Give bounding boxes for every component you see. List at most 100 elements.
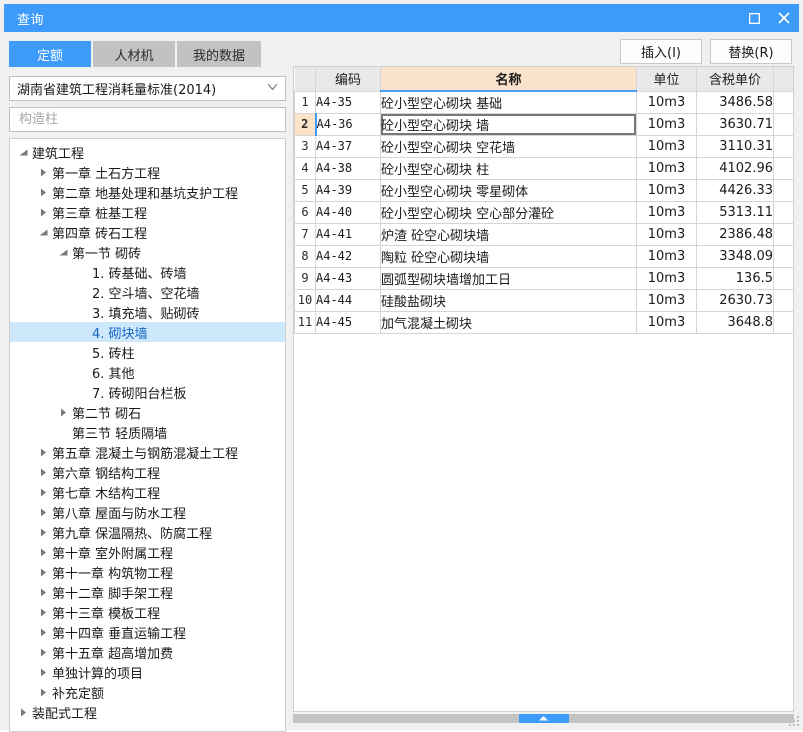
- chevron-right-icon[interactable]: [36, 568, 50, 577]
- tree-item[interactable]: 第六章 钢结构工程: [10, 462, 285, 482]
- chevron-down-icon[interactable]: [56, 249, 70, 256]
- tree-item[interactable]: 第十二章 脚手架工程: [10, 582, 285, 602]
- tree-item[interactable]: 1. 砖基础、砖墙: [10, 262, 285, 282]
- row-name-cell[interactable]: 加气混凝土砌块: [380, 310, 637, 334]
- row-index-cell[interactable]: 5: [294, 178, 316, 202]
- row-price-cell[interactable]: 4426.33: [696, 178, 774, 202]
- chevron-right-icon[interactable]: [36, 588, 50, 597]
- tree-item[interactable]: 第一节 砌砖: [10, 242, 285, 262]
- row-index-cell[interactable]: 9: [294, 266, 316, 290]
- row-index-cell[interactable]: 11: [294, 310, 316, 334]
- table-row[interactable]: 8 A4-42 陶粒 砼空心砌块墙 10m3 3348.09: [294, 244, 793, 268]
- close-button[interactable]: [769, 4, 799, 32]
- row-code-cell[interactable]: A4-35: [315, 90, 381, 114]
- row-unit-cell[interactable]: 10m3: [636, 112, 697, 136]
- tree-item[interactable]: 5. 砖柱: [10, 342, 285, 362]
- row-unit-cell[interactable]: 10m3: [636, 178, 697, 202]
- column-header-index[interactable]: [294, 67, 316, 92]
- splitter-collapse-handle[interactable]: [518, 714, 569, 723]
- chevron-right-icon[interactable]: [36, 468, 50, 477]
- tree-item[interactable]: 第十三章 模板工程: [10, 602, 285, 622]
- chevron-right-icon[interactable]: [56, 408, 70, 417]
- chevron-right-icon[interactable]: [36, 648, 50, 657]
- tree-item[interactable]: 第三章 桩基工程: [10, 202, 285, 222]
- row-index-cell[interactable]: 6: [294, 200, 316, 224]
- replace-button[interactable]: 替换(R): [710, 39, 792, 64]
- chevron-right-icon[interactable]: [36, 628, 50, 637]
- tree-item[interactable]: 第十章 室外附属工程: [10, 542, 285, 562]
- row-price-cell[interactable]: 136.5: [696, 266, 774, 290]
- chevron-right-icon[interactable]: [36, 488, 50, 497]
- tree-item[interactable]: 第二章 地基处理和基坑支护工程: [10, 182, 285, 202]
- row-name-cell[interactable]: 砼小型空心砌块 柱: [380, 156, 637, 180]
- tree-item[interactable]: 第八章 屋面与防水工程: [10, 502, 285, 522]
- tab-quota[interactable]: 定额: [9, 41, 91, 67]
- row-price-cell[interactable]: 5313.11: [696, 200, 774, 224]
- tree-item[interactable]: 第一章 土石方工程: [10, 162, 285, 182]
- row-code-cell[interactable]: A4-39: [315, 178, 381, 202]
- row-code-cell[interactable]: A4-42: [315, 244, 381, 268]
- row-name-cell[interactable]: 砼小型空心砌块 零星砌体: [380, 178, 637, 202]
- row-unit-cell[interactable]: 10m3: [636, 266, 697, 290]
- row-name-cell[interactable]: 炉渣 砼空心砌块墙: [380, 222, 637, 246]
- chevron-right-icon[interactable]: [36, 528, 50, 537]
- row-name-cell[interactable]: 砼小型空心砌块 空心部分灌砼: [380, 200, 637, 224]
- tree-item[interactable]: 单独计算的项目: [10, 662, 285, 682]
- row-code-cell[interactable]: A4-36: [315, 112, 381, 136]
- row-name-cell[interactable]: 硅酸盐砌块: [380, 288, 637, 312]
- row-unit-cell[interactable]: 10m3: [636, 156, 697, 180]
- row-code-cell[interactable]: A4-45: [315, 310, 381, 334]
- row-name-cell[interactable]: 圆弧型砌块墙增加工日: [380, 266, 637, 290]
- row-price-cell[interactable]: 2386.48: [696, 222, 774, 246]
- column-header-name[interactable]: 名称: [380, 67, 637, 92]
- row-unit-cell[interactable]: 10m3: [636, 244, 697, 268]
- row-name-cell[interactable]: 陶粒 砼空心砌块墙: [380, 244, 637, 268]
- tree-item[interactable]: 2. 空斗墙、空花墙: [10, 282, 285, 302]
- tab-my-data[interactable]: 我的数据: [177, 41, 262, 67]
- tree-item[interactable]: 第五章 混凝土与钢筋混凝土工程: [10, 442, 285, 462]
- tree-item[interactable]: 第二节 砌石: [10, 402, 285, 422]
- category-tree[interactable]: 建筑工程 第一章 土石方工程 第二章 地基处理和基坑支护工程 第三章 桩基工程 第四章 …: [9, 138, 286, 732]
- chevron-right-icon[interactable]: [36, 688, 50, 697]
- resize-grip[interactable]: [789, 716, 800, 727]
- chevron-right-icon[interactable]: [36, 608, 50, 617]
- chevron-down-icon[interactable]: [36, 229, 50, 236]
- table-row[interactable]: 1 A4-35 砼小型空心砌块 基础 10m3 3486.58: [294, 90, 793, 114]
- tree-item[interactable]: 7. 砖砌阳台栏板: [10, 382, 285, 402]
- table-row[interactable]: 9 A4-43 圆弧型砌块墙增加工日 10m3 136.5: [294, 266, 793, 290]
- row-index-cell[interactable]: 4: [294, 156, 316, 180]
- maximize-button[interactable]: [739, 4, 769, 32]
- row-unit-cell[interactable]: 10m3: [636, 310, 697, 334]
- row-price-cell[interactable]: 3348.09: [696, 244, 774, 268]
- tree-item[interactable]: 补充定额: [10, 682, 285, 702]
- row-unit-cell[interactable]: 10m3: [636, 222, 697, 246]
- row-price-cell[interactable]: 3110.31: [696, 134, 774, 158]
- chevron-right-icon[interactable]: [16, 708, 30, 717]
- row-name-cell[interactable]: 砼小型空心砌块 空花墙: [380, 134, 637, 158]
- chevron-right-icon[interactable]: [36, 668, 50, 677]
- tree-item[interactable]: 6. 其他: [10, 362, 285, 382]
- row-index-cell[interactable]: 8: [294, 244, 316, 268]
- chevron-down-icon[interactable]: [16, 149, 30, 156]
- row-unit-cell[interactable]: 10m3: [636, 288, 697, 312]
- tree-item[interactable]: 第十五章 超高增加费: [10, 642, 285, 662]
- row-price-cell[interactable]: 2630.73: [696, 288, 774, 312]
- chevron-right-icon[interactable]: [36, 188, 50, 197]
- insert-button[interactable]: 插入(I): [620, 39, 702, 64]
- row-code-cell[interactable]: A4-41: [315, 222, 381, 246]
- row-code-cell[interactable]: A4-43: [315, 266, 381, 290]
- quota-grid-panel[interactable]: 编码 名称 单位 含税单价 1 A4-35 砼小型空心砌块 基础 10m3 3486.5…: [293, 66, 794, 712]
- row-unit-cell[interactable]: 10m3: [636, 200, 697, 224]
- chevron-right-icon[interactable]: [36, 208, 50, 217]
- row-index-cell[interactable]: 3: [294, 134, 316, 158]
- table-row[interactable]: 3 A4-37 砼小型空心砌块 空花墙 10m3 3110.31: [294, 134, 793, 158]
- row-price-cell[interactable]: 4102.96: [696, 156, 774, 180]
- search-input[interactable]: [17, 111, 281, 128]
- chevron-right-icon[interactable]: [36, 168, 50, 177]
- table-row[interactable]: 2 A4-36 砼小型空心砌块 墙 10m3 3630.71: [294, 112, 793, 136]
- row-unit-cell[interactable]: 10m3: [636, 134, 697, 158]
- tab-labor-material-machine[interactable]: 人材机: [93, 41, 175, 67]
- row-code-cell[interactable]: A4-44: [315, 288, 381, 312]
- tree-item[interactable]: 建筑工程: [10, 142, 285, 162]
- table-row[interactable]: 6 A4-40 砼小型空心砌块 空心部分灌砼 10m3 5313.11: [294, 200, 793, 224]
